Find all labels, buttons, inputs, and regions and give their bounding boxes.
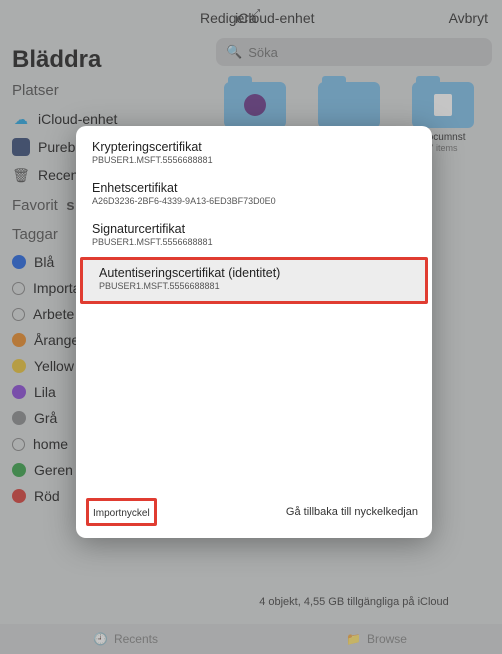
clock-icon: 🕘: [93, 632, 108, 646]
cert-title: Krypteringscertifikat: [92, 140, 416, 154]
tag-label: Röd: [34, 488, 60, 504]
tag-color-icon: [12, 308, 25, 321]
highlight-selected: Autentiseringscertifikat (identitet) PBU…: [80, 257, 428, 304]
tag-color-icon: [12, 359, 26, 373]
document-icon: [434, 94, 452, 116]
import-key-button[interactable]: Importnyckel: [93, 508, 150, 519]
tag-color-icon: [12, 255, 26, 269]
tab-label: Browse: [367, 632, 407, 646]
tag-label: Grå: [34, 410, 57, 426]
tag-color-icon: [12, 385, 26, 399]
bottom-tabs: 🕘 Recents 📁 Browse: [0, 624, 502, 654]
back-to-keychain-button[interactable]: Gå tillbaka till nyckelkedjan: [286, 506, 418, 518]
certificate-item-signature[interactable]: Signaturcertifikat PBUSER1.MSFT.55566888…: [76, 216, 432, 257]
tab-browse[interactable]: 📁 Browse: [251, 624, 502, 654]
certificate-item-encryption[interactable]: Krypteringscertifikat PBUSER1.MSFT.55566…: [76, 134, 432, 175]
tag-label: Årange: [34, 332, 79, 348]
folder-badge-icon: [244, 94, 266, 116]
browse-heading: Bläddra: [12, 46, 200, 74]
storage-status: 4 objekt, 4,55 GB tillgängliga på iCloud: [210, 596, 498, 608]
page-title: iCloud-enhet: [235, 10, 314, 26]
tag-label: Arbete: [33, 306, 74, 322]
search-bar[interactable]: 🔍: [216, 38, 492, 66]
tag-label: Yellow: [34, 358, 74, 374]
cert-sub: PBUSER1.MSFT.5556688881: [92, 155, 416, 165]
search-input[interactable]: [248, 45, 482, 60]
app-icon: [12, 138, 30, 156]
tag-color-icon: [12, 411, 26, 425]
tag-label: Importa: [33, 280, 80, 296]
tag-label: Lila: [34, 384, 56, 400]
tag-color-icon: [12, 282, 25, 295]
tag-color-icon: [12, 489, 26, 503]
certificate-item-device[interactable]: Enhetscertifikat A26D3236-2BF6-4339-9A13…: [76, 175, 432, 216]
modal-footer: Importnyckel Gå tillbaka till nyckelkedj…: [76, 488, 432, 538]
cert-title: Enhetscertifikat: [92, 181, 416, 195]
cert-sub: PBUSER1.MSFT.5556688881: [92, 237, 416, 247]
certificate-item-authentication[interactable]: Autentiseringscertifikat (identitet) PBU…: [83, 260, 425, 301]
topbar: Redigera ⤢ iCloud-enhet Avbryt: [0, 0, 502, 36]
certificate-list: Krypteringscertifikat PBUSER1.MSFT.55566…: [76, 126, 432, 304]
tag-label: Geren: [34, 462, 73, 478]
cancel-button[interactable]: Avbryt: [449, 10, 488, 26]
highlight-import: Importnyckel: [86, 498, 157, 526]
tag-color-icon: [12, 438, 25, 451]
tab-recents[interactable]: 🕘 Recents: [0, 624, 251, 654]
certificate-modal: Krypteringscertifikat PBUSER1.MSFT.55566…: [76, 126, 432, 538]
cert-title: Autentiseringscertifikat (identitet): [99, 266, 409, 280]
tag-label: home: [33, 436, 68, 452]
tab-label: Recents: [114, 632, 158, 646]
sidebar-item-label: Purebr: [38, 139, 80, 155]
section-locations: Platser: [12, 82, 198, 99]
cert-sub: A26D3236-2BF6-4339-9A13-6ED3BF73D0E0: [92, 196, 416, 206]
cert-title: Signaturcertifikat: [92, 222, 416, 236]
tag-color-icon: [12, 333, 26, 347]
tag-label: Blå: [34, 254, 54, 270]
tag-color-icon: [12, 463, 26, 477]
search-icon: 🔍: [226, 44, 242, 60]
sidebar-item-label: iCloud-enhet: [38, 111, 117, 127]
cloud-icon: ☁︎: [12, 110, 30, 128]
trash-icon: 🗑: [12, 166, 30, 184]
cert-sub: PBUSER1.MSFT.5556688881: [99, 281, 409, 291]
folder-icon: 📁: [346, 632, 361, 646]
